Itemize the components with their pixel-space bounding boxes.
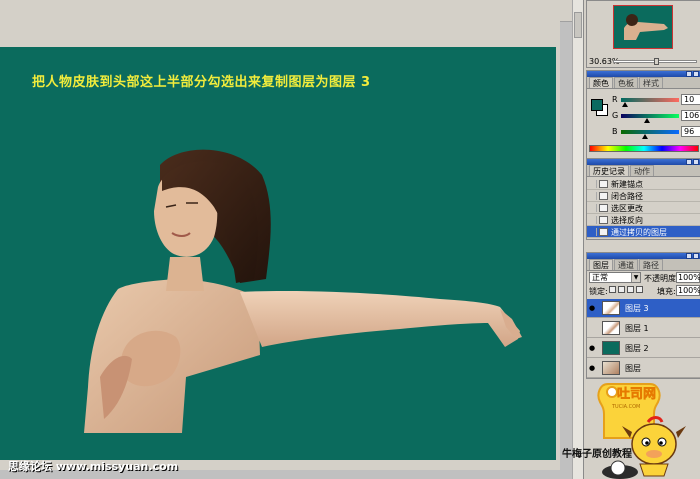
layer-thumbnail [602, 301, 620, 315]
lock-label: 锁定: [589, 287, 608, 296]
tab-paths[interactable]: 路径 [639, 259, 663, 270]
lock-all-icon[interactable] [636, 286, 643, 293]
color-spectrum-bar[interactable] [589, 145, 699, 152]
color-panel-title-bar[interactable] [587, 71, 700, 77]
channel-r-label: R [612, 95, 618, 104]
tab-channels[interactable]: 通道 [614, 259, 638, 270]
layer-name: 图层 3 [625, 304, 649, 313]
woman-figure [84, 149, 522, 433]
navigator-panel: 30.63% [586, 0, 700, 68]
navigator-thumbnail[interactable] [613, 5, 673, 49]
lock-position-icon[interactable] [627, 286, 634, 293]
layers-panel-title-bar[interactable] [587, 253, 700, 259]
fill-input[interactable]: 100% [676, 285, 700, 296]
blend-mode-value: 正常 [592, 273, 608, 282]
tab-history[interactable]: 历史记录 [589, 165, 629, 176]
channel-b-slider[interactable] [621, 130, 679, 134]
scrollbar-thumb[interactable] [574, 12, 582, 38]
layer-thumbnail [602, 341, 620, 355]
history-step-icon [599, 216, 608, 224]
history-snapshot-checkbox[interactable] [589, 228, 597, 236]
layer-row-2[interactable]: ● 图层 2 [587, 339, 700, 358]
history-snapshot-checkbox[interactable] [589, 204, 597, 212]
tab-actions[interactable]: 动作 [630, 165, 654, 176]
history-item[interactable]: 选择反向 [587, 214, 700, 226]
history-panel: 历史记录 动作 新建锚点 闭合路径 选区更改 选择反向 通过拷贝的图层 [586, 158, 700, 240]
navigator-zoom-slider[interactable] [613, 58, 697, 65]
logo-text: 吐司网 [617, 386, 656, 402]
document-window: 把人物皮肤到头部这上半部分勾选出来复制图层为图层 3 [0, 8, 560, 470]
panel-minimize-icon[interactable] [686, 71, 692, 77]
color-panel: 颜色 色板 样式 R 10 G 106 B 96 [586, 70, 700, 164]
zoom-slider-knob[interactable] [654, 58, 659, 65]
logo-subtext: TUCIA.COM [611, 404, 640, 410]
history-panel-title-bar[interactable] [587, 159, 700, 165]
history-snapshot-checkbox[interactable] [589, 216, 597, 224]
tab-color[interactable]: 颜色 [589, 77, 613, 88]
lock-options [609, 286, 643, 293]
history-step-icon [599, 204, 608, 212]
navigator-preview-image [624, 14, 668, 40]
tab-swatches[interactable]: 色板 [614, 77, 638, 88]
eye-hidden-icon[interactable] [589, 325, 598, 331]
history-item-active[interactable]: 通过拷贝的图层 [587, 226, 700, 238]
layers-panel-tabs: 图层 通道 路径 [587, 259, 700, 271]
layer-name: 图层 1 [625, 324, 649, 333]
channel-b-label: B [612, 127, 618, 136]
channel-g-knob[interactable] [644, 118, 650, 123]
layer-row-1[interactable]: 图层 1 [587, 319, 700, 338]
history-item[interactable]: 闭合路径 [587, 190, 700, 202]
tab-layers[interactable]: 图层 [589, 259, 613, 270]
foreground-color-swatch[interactable] [591, 99, 603, 111]
history-step-icon [599, 228, 608, 236]
channel-g-label: G [612, 111, 619, 120]
vertical-scrollbar[interactable] [572, 0, 583, 479]
blend-mode-select[interactable]: 正常 ▼ [589, 272, 641, 283]
panel-close-icon[interactable] [693, 253, 699, 259]
history-step-icon [599, 192, 608, 200]
channel-r-knob[interactable] [622, 102, 628, 107]
opacity-label: 不透明度: [644, 274, 679, 283]
color-panel-tabs: 颜色 色板 样式 [587, 77, 700, 89]
history-snapshot-checkbox[interactable] [589, 180, 597, 188]
watermark-text: 思缘论坛 www.missyuan.com [8, 460, 179, 473]
channel-b-knob[interactable] [642, 134, 648, 139]
layer-thumbnail [602, 321, 620, 335]
tucia-logo: 吐司网 TUCIA.COM [597, 383, 686, 479]
history-item[interactable]: 选区更改 [587, 202, 700, 214]
channel-g-slider[interactable] [621, 114, 679, 118]
history-list: 新建锚点 闭合路径 选区更改 选择反向 通过拷贝的图层 [587, 178, 700, 238]
eye-icon[interactable]: ● [589, 305, 598, 312]
panel-minimize-icon[interactable] [686, 159, 692, 165]
eye-icon[interactable]: ● [589, 345, 598, 352]
layer-name: 图层 2 [625, 344, 649, 353]
history-step-icon [599, 180, 608, 188]
panel-close-icon[interactable] [693, 71, 699, 77]
fill-label: 填充: [657, 287, 676, 296]
opacity-input[interactable]: 100% [676, 272, 700, 283]
panel-minimize-icon[interactable] [686, 253, 692, 259]
document-canvas[interactable]: 把人物皮肤到头部这上半部分勾选出来复制图层为图层 3 [0, 47, 556, 460]
layers-panel: 图层 通道 路径 正常 ▼ 不透明度: 100% 锁定: 填充: 100% ● … [586, 252, 700, 379]
channel-r-slider[interactable] [621, 98, 679, 102]
history-item[interactable]: 新建锚点 [587, 178, 700, 190]
history-panel-tabs: 历史记录 动作 [587, 165, 700, 177]
lock-transparency-icon[interactable] [609, 286, 616, 293]
tab-styles[interactable]: 样式 [639, 77, 663, 88]
channel-r-value[interactable]: 10 [681, 94, 700, 105]
lock-pixels-icon[interactable] [618, 286, 625, 293]
channel-g-value[interactable]: 106 [681, 110, 700, 121]
history-snapshot-checkbox[interactable] [589, 192, 597, 200]
layer-row-3[interactable]: ● 图层 3 [587, 299, 700, 318]
chevron-down-icon[interactable]: ▼ [631, 273, 640, 282]
panel-close-icon[interactable] [693, 159, 699, 165]
channel-b-value[interactable]: 96 [681, 126, 700, 137]
workspace: 把人物皮肤到头部这上半部分勾选出来复制图层为图层 3 [0, 0, 583, 479]
